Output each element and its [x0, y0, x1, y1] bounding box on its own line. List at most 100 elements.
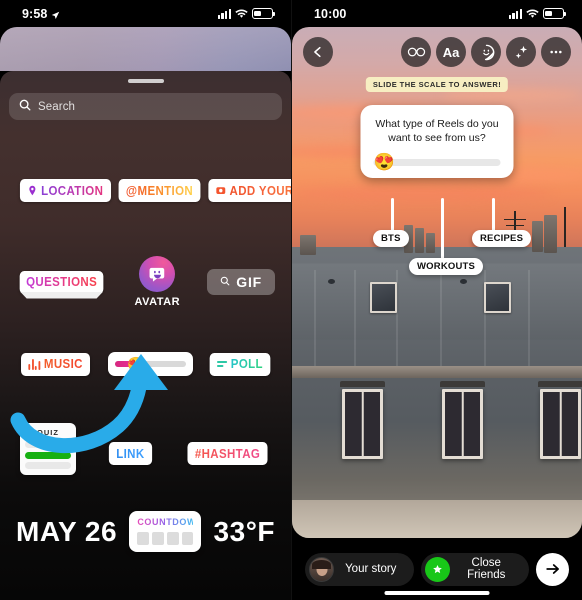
left-status-time-group: 9:58 — [22, 7, 60, 21]
camera-preview-photo — [0, 27, 291, 71]
status-time: 10:00 — [314, 6, 347, 21]
your-story-button[interactable]: Your story — [305, 552, 414, 586]
boomerang-button[interactable] — [401, 37, 431, 67]
search-icon — [220, 273, 230, 291]
home-indicator — [384, 591, 490, 595]
sticker-countdown[interactable]: COUNTDOWN — [129, 511, 204, 552]
quiz-option — [25, 441, 71, 448]
sticker-music-label: MUSIC — [43, 357, 83, 371]
avatar-face-icon — [139, 256, 176, 292]
sticker-temperature[interactable]: 33°F — [214, 516, 275, 548]
text-button[interactable]: Aa — [436, 37, 466, 67]
answer-tag-recipes[interactable]: RECIPES — [472, 230, 532, 247]
sticker-hashtag-label: #HASHTAG — [194, 446, 261, 461]
close-friends-label: Close Friends — [467, 557, 506, 581]
story-camera-background: Search LOCATION @MENTION ADD YOU QUESTIO… — [0, 27, 291, 600]
sticker-music[interactable]: MUSIC — [21, 352, 91, 376]
quiz-option — [25, 462, 71, 469]
status-time: 9:58 — [22, 6, 48, 21]
sticker-avatar-label: AVATAR — [134, 296, 181, 308]
sticker-location-label: LOCATION — [41, 183, 104, 198]
sticker-questions[interactable]: QUESTIONS — [16, 270, 107, 299]
tag-stem-workouts — [441, 198, 444, 260]
sticker-row-1: LOCATION @MENTION ADD YOURS — [0, 179, 291, 202]
wifi-icon — [235, 8, 248, 19]
battery-icon — [252, 8, 276, 19]
sticker-add-yours[interactable]: ADD YOURS — [207, 179, 291, 202]
right-status-time-group: 10:00 — [314, 7, 346, 21]
building-wall — [292, 500, 582, 538]
sticker-location[interactable]: LOCATION — [19, 179, 111, 202]
sticker-row-4: QUIZ LINK #HASHTAG — [0, 423, 291, 475]
sticker-mention[interactable]: @MENTION — [118, 179, 201, 202]
sticker-mention-label: @MENTION — [125, 183, 193, 198]
sticker-link[interactable]: LINK — [108, 442, 152, 465]
emoji-slider-knob[interactable]: 😍 — [127, 357, 144, 371]
tag-stem-bts — [391, 198, 394, 232]
left-phone-screen: 9:58 Search LOCATION @MENTION ADD YOU QU… — [0, 0, 291, 600]
battery-icon — [543, 8, 567, 19]
send-button[interactable] — [536, 552, 569, 586]
sticker-row-5: MAY 26 COUNTDOWN 33°F — [0, 511, 291, 552]
right-status-indicators — [508, 8, 567, 19]
close-friends-star-icon — [424, 556, 450, 582]
right-phone-screen: 10:00 Aa SLIDE THE SCALE TO ANSWER! What… — [291, 0, 582, 600]
tag-stem-recipes — [492, 198, 495, 232]
left-status-indicators — [217, 8, 276, 19]
sticker-date[interactable]: MAY 26 — [16, 516, 117, 548]
sticker-gif[interactable]: GIF — [207, 269, 275, 295]
right-status-bar: 10:00 — [292, 0, 582, 27]
questions-sticker-tail — [20, 291, 104, 299]
camera-icon — [215, 185, 225, 196]
location-pin-icon — [27, 185, 37, 196]
sticker-quiz-label: QUIZ — [37, 428, 59, 437]
sticker-emoji-slider[interactable]: 😍 — [107, 352, 193, 376]
countdown-digit-blocks — [137, 532, 194, 545]
sticker-row-3: MUSIC 😍 POLL — [0, 352, 291, 376]
slide-tip-banner: SLIDE THE SCALE TO ANSWER! — [365, 77, 509, 92]
quiz-option-correct — [25, 451, 71, 459]
search-input[interactable]: Search — [9, 93, 282, 120]
effects-button[interactable] — [506, 37, 536, 67]
sticker-tray-sheet: Search LOCATION @MENTION ADD YOU QUESTIO… — [0, 71, 291, 600]
cellular-bars-icon — [508, 9, 522, 19]
answer-tag-workouts[interactable]: WORKOUTS — [409, 258, 484, 275]
location-arrow-icon — [51, 9, 60, 20]
back-button[interactable] — [303, 37, 333, 67]
question-slider[interactable]: 😍 — [373, 154, 501, 171]
more-button[interactable] — [541, 37, 571, 67]
sticker-add-yours-label: ADD YOURS — [229, 184, 291, 198]
wifi-icon — [526, 8, 539, 19]
sticker-gif-label: GIF — [236, 274, 262, 290]
story-photo-background — [292, 27, 582, 538]
sticker-hashtag[interactable]: #HASHTAG — [187, 442, 268, 465]
emoji-slider-track: 😍 — [114, 357, 186, 371]
aa-text-icon: Aa — [442, 44, 460, 60]
sticker-questions-label: QUESTIONS — [26, 275, 98, 289]
avatar — [309, 556, 334, 582]
music-bars-icon — [28, 358, 41, 370]
sticker-button[interactable] — [471, 37, 501, 67]
sticker-avatar[interactable]: AVATAR — [134, 256, 180, 308]
rooftop-building — [292, 206, 582, 538]
question-slider-sticker[interactable]: What type of Reels do you want to see fr… — [360, 105, 514, 179]
sticker-poll-label: POLL — [230, 357, 263, 371]
answer-tag-bts[interactable]: BTS — [373, 230, 409, 247]
poll-bars-icon — [217, 360, 228, 368]
story-editor-toolbar: Aa — [292, 35, 582, 69]
search-placeholder: Search — [38, 100, 76, 113]
sticker-row-2: QUESTIONS AVATAR GIF — [0, 256, 291, 308]
question-text: What type of Reels do you want to see fr… — [375, 118, 499, 145]
cellular-bars-icon — [217, 9, 231, 19]
sticker-quiz[interactable]: QUIZ — [20, 423, 76, 475]
sticker-poll[interactable]: POLL — [209, 352, 271, 376]
sheet-drag-handle[interactable] — [127, 79, 164, 83]
question-slider-emoji[interactable]: 😍 — [374, 154, 395, 171]
dual-phone-screenshot: 9:58 Search LOCATION @MENTION ADD YOU QU… — [0, 0, 582, 600]
arrow-right-icon — [545, 564, 559, 574]
sticker-countdown-label: COUNTDOWN — [137, 517, 204, 527]
left-status-bar: 9:58 — [0, 0, 291, 27]
your-story-label: Your story — [345, 563, 397, 575]
search-icon — [19, 98, 31, 116]
close-friends-button[interactable]: Close Friends — [420, 552, 529, 586]
